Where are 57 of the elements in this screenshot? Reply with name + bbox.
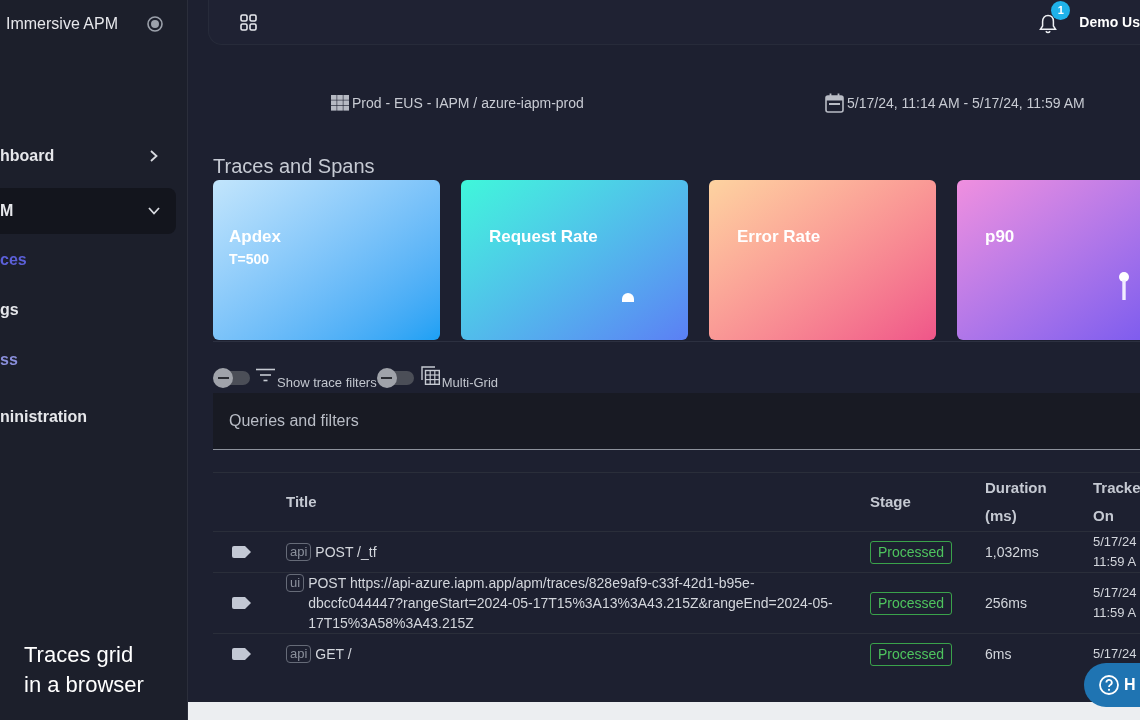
tracked-date: 5/17/24 [1093,645,1137,663]
tag-icon [232,597,251,609]
card-title: Error Rate [737,226,821,248]
calendar-icon[interactable] [825,93,844,113]
card-subtitle: T=500 [229,250,270,268]
card-title: Apdex [229,226,281,248]
nav-link[interactable]: ninistration [0,405,88,429]
toggle-label: Multi-Grid [441,375,499,391]
status-badge: Processed [870,541,953,564]
time-range[interactable]: 5/17/24, 11:14 AM - 5/17/24, 11:59 AM [847,92,1085,114]
nav-link[interactable]: gs [0,298,19,322]
source-tag: api [286,543,312,561]
status-badge: Processed [870,643,953,666]
filter-icon [256,368,275,383]
nav-group[interactable]: M [0,188,176,234]
help-icon [1099,675,1119,695]
help-button[interactable]: H [1084,663,1140,707]
user-name[interactable]: Demo Us [1079,11,1140,33]
nav-link[interactable]: ss [0,348,18,372]
trace-title[interactable]: GET / [315,644,352,664]
brand-name: Immersive APM [6,14,118,34]
panel-title: Queries and filters [229,411,359,431]
source-tag: ui [286,574,305,592]
queries-panel[interactable]: Queries and filters [213,393,1140,450]
notification-badge: 1 [1051,1,1071,20]
nav-group[interactable]: hboard [0,133,176,179]
tag-icon [232,648,251,660]
toggle-switch[interactable] [376,368,414,388]
status-badge: Processed [870,592,953,615]
tracked-date: 5/17/24 11:59 A [1093,584,1137,622]
toggle-switch[interactable] [213,368,250,388]
bell-icon[interactable] [1039,14,1058,34]
environment-path[interactable]: Prod - EUS - IAPM / azure-iapm-prod [352,92,584,114]
toggle-label: Show trace filters [277,375,377,391]
chevron-down-icon [148,207,160,215]
column-header: Title [286,492,317,512]
card-title: Request Rate [489,226,598,248]
table-grid-icon [420,366,440,385]
tag-icon [232,546,251,558]
radio-icon[interactable] [147,16,163,32]
grid-icon [331,95,349,111]
section-heading: Traces and Spans [213,154,375,178]
duration-value: 1,032ms [985,544,1039,560]
pin-icon [1119,272,1129,300]
video-caption: Traces grid in a browser [24,641,144,699]
column-header: Tracke On [1093,478,1140,526]
duration-value: 256ms [985,595,1028,611]
source-tag: api [286,645,312,663]
grid-view-icon[interactable] [240,13,257,31]
column-header: Duration (ms) [985,478,1047,526]
trace-title[interactable]: POST https://api-azure.iapm.app/apm/traces/828e9af9-c33f-42d1-b95e-dbccfc044447?rangeStart=2024-05-17T15%3A13%3A43.215Z&rangeEnd=2024-05-17T15%3A58%3A43.215Z [308,573,848,633]
tracked-date: 5/17/24 11:59 A [1093,533,1137,571]
card-title: p90 [985,226,1015,248]
chevron-right-icon [150,150,158,162]
column-header: Stage [870,492,911,512]
duration-value: 6ms [985,646,1012,662]
trace-title[interactable]: POST /_tf [315,542,377,562]
